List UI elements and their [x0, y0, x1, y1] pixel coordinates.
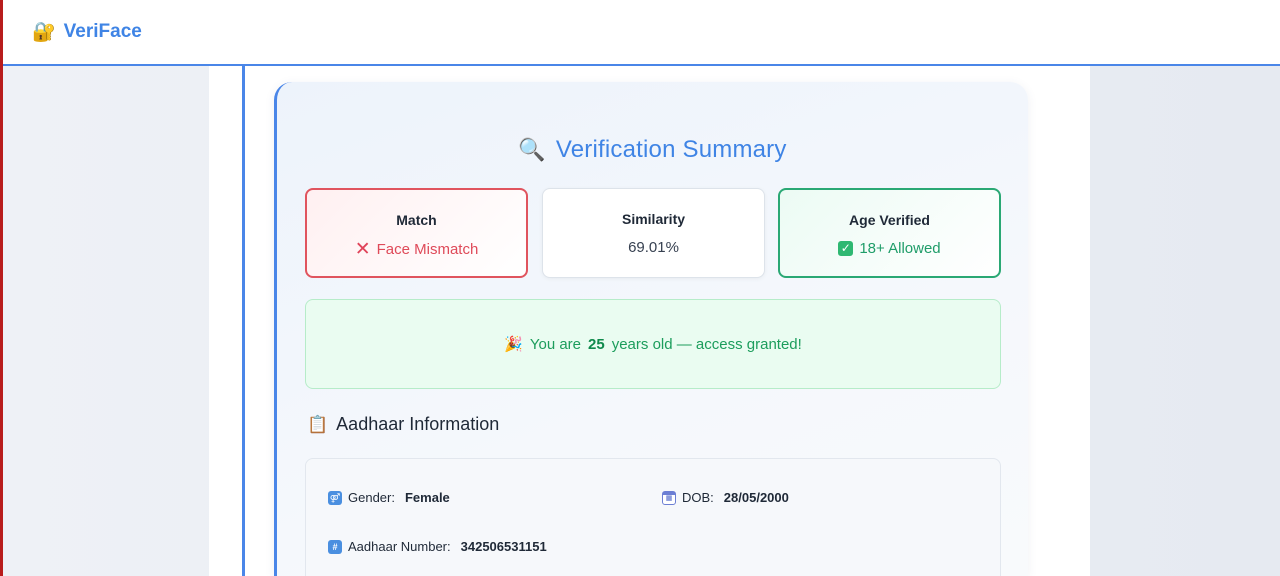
aadhaar-number-field: # Aadhaar Number: 342506531151	[328, 539, 547, 554]
age-verified-stat-card: Age Verified ✓ 18+ Allowed	[778, 188, 1001, 278]
calendar-icon: ▦	[662, 490, 676, 505]
summary-title: Verification Summary	[555, 136, 787, 163]
age-result-banner: 🎉 You are 25 years old — access granted!	[305, 299, 1001, 389]
banner-suffix: years old — access granted!	[611, 335, 802, 353]
aadhaar-section-heading: 📋 Aadhaar Information	[307, 414, 499, 435]
party-popper-icon: 🎉	[504, 336, 523, 353]
similarity-label: Similarity	[621, 211, 686, 227]
clipboard-icon: 📋	[307, 415, 329, 434]
restroom-icon: ⚤	[328, 490, 342, 505]
verification-summary-card: 🔍 Verification Summary Match ✕ Face Mism…	[274, 82, 1028, 576]
aadhaar-section-title: Aadhaar Information	[336, 414, 500, 434]
age-verified-value-text: 18+ Allowed	[859, 240, 941, 257]
match-value: ✕ Face Mismatch	[307, 240, 526, 259]
gender-field: ⚤ Gender: Female	[328, 490, 450, 505]
lock-with-key-icon: 🔐	[32, 21, 56, 43]
banner-prefix: You are	[529, 335, 582, 353]
match-stat-card: Match ✕ Face Mismatch	[305, 188, 528, 278]
page-accent-line	[242, 66, 245, 576]
dob-label: DOB:	[682, 490, 714, 505]
dob-value: 28/05/2000	[723, 490, 789, 505]
similarity-value: 69.01%	[543, 239, 764, 256]
brand-name: VeriFace	[63, 21, 142, 42]
gender-label: Gender:	[348, 490, 395, 505]
aadhaar-info-box: ⚤ Gender: Female ▦ DOB: 28/05/2000 # Aad…	[305, 458, 1001, 576]
brand-link[interactable]: 🔐 VeriFace	[32, 21, 142, 43]
match-label: Match	[396, 212, 437, 228]
check-box-icon: ✓	[838, 241, 854, 256]
window-left-edge	[0, 0, 3, 576]
age-verified-label: Age Verified	[849, 212, 930, 228]
magnifying-glass-icon: 🔍	[518, 137, 546, 162]
cross-mark-icon: ✕	[354, 239, 371, 260]
aadhaar-number-value: 342506531151	[460, 539, 547, 554]
numbers-icon: #	[328, 539, 342, 554]
similarity-value-text: 69.01%	[628, 239, 679, 256]
gender-value: Female	[404, 490, 450, 505]
navbar: 🔐 VeriFace	[0, 0, 1280, 66]
dob-field: ▦ DOB: 28/05/2000	[662, 490, 789, 505]
banner-age: 25	[588, 335, 605, 353]
match-value-text: Face Mismatch	[376, 241, 479, 258]
summary-heading: 🔍 Verification Summary	[277, 136, 1028, 164]
age-verified-value: ✓ 18+ Allowed	[780, 240, 999, 257]
aadhaar-number-label: Aadhaar Number:	[348, 539, 451, 554]
similarity-stat-card: Similarity 69.01%	[542, 188, 765, 278]
